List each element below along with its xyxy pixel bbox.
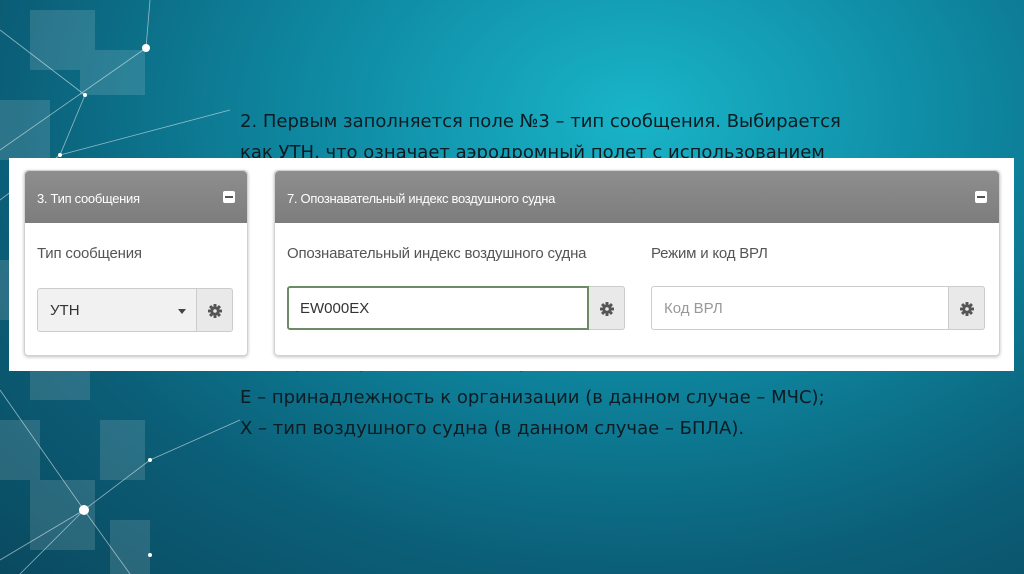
vrl-code-input[interactable]: Код ВРЛ [651, 286, 949, 330]
caret-down-icon [178, 309, 186, 314]
gear-icon [600, 302, 614, 316]
slide-text-line-2: как УТН, что означает аэродромный полет … [240, 142, 825, 158]
aircraft-id-input[interactable]: EW000EX [287, 286, 589, 330]
message-type-panel-title: 3. Тип сообщения [37, 191, 140, 206]
vrl-settings-button[interactable] [949, 286, 985, 330]
minus-square-icon[interactable] [223, 191, 235, 203]
aircraft-id-panel-title: 7. Опознавательный индекс воздушного суд… [287, 191, 556, 206]
aircraft-id-panel: 7. Опознавательный индекс воздушного суд… [274, 170, 1000, 356]
slide-text-line-4: Е – принадлежность к организации (в данн… [240, 387, 825, 408]
message-type-settings-button[interactable] [197, 288, 233, 332]
gear-icon [960, 302, 974, 316]
message-type-label: Тип сообщения [37, 245, 142, 262]
message-type-panel: 3. Тип сообщения Тип сообщения УТН [24, 170, 248, 356]
vrl-code-label: Режим и код ВРЛ [651, 245, 768, 262]
aircraft-id-panel-header: 7. Опознавательный индекс воздушного суд… [275, 171, 999, 223]
aircraft-id-settings-button[interactable] [589, 286, 625, 330]
message-type-panel-header: 3. Тип сообщения [25, 171, 247, 223]
minus-square-icon[interactable] [975, 191, 987, 203]
aircraft-id-value: EW000EX [300, 300, 370, 317]
vrl-code-placeholder: Код ВРЛ [664, 300, 723, 317]
aircraft-id-label: Опознавательный индекс воздушного судна [287, 245, 587, 262]
form-screenshot-strip: 3. Тип сообщения Тип сообщения УТН 7. Оп… [9, 158, 1014, 371]
gear-icon [208, 304, 222, 318]
slide-text-line-1: 2. Первым заполняется поле №3 – тип сооб… [240, 111, 841, 132]
message-type-select[interactable]: УТН [37, 288, 197, 332]
message-type-selected-value: УТН [50, 302, 80, 319]
slide-text-line-5: Х – тип воздушного судна (в данном случа… [240, 418, 745, 439]
